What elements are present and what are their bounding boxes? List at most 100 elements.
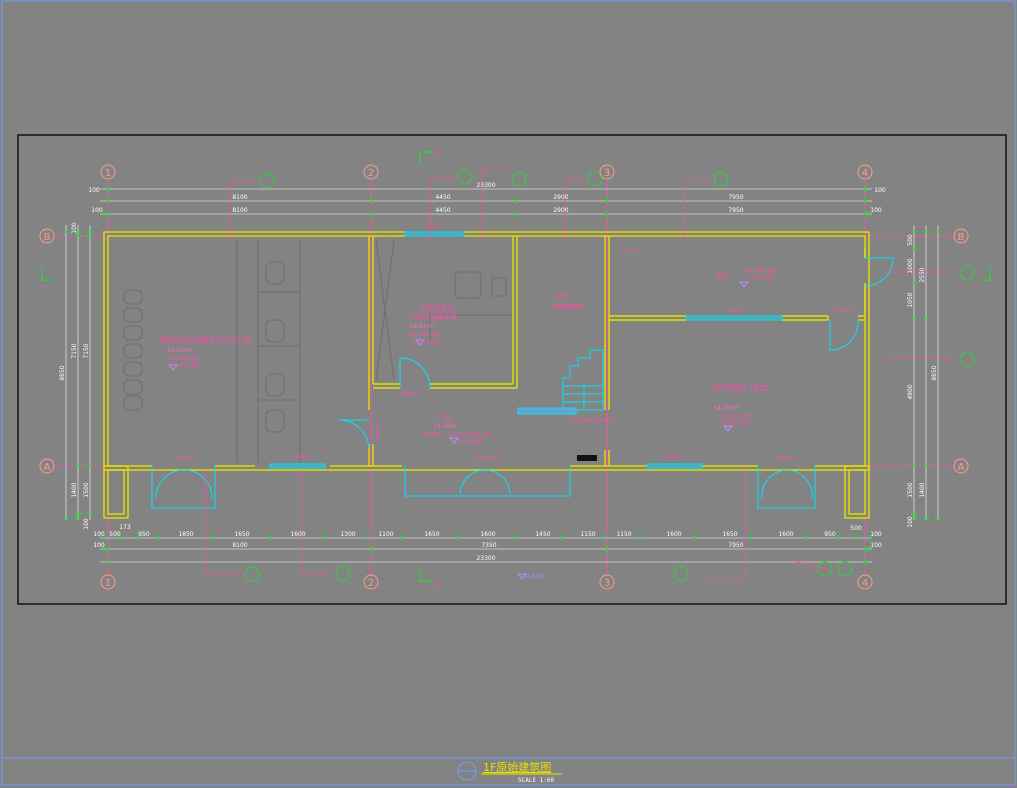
left-dimension-lines bbox=[65, 225, 91, 520]
section-label-top: 2 bbox=[435, 149, 441, 159]
storage-name: 食堂 bbox=[716, 271, 730, 280]
dim-bot-total: 23300 bbox=[476, 555, 495, 562]
tag-m1021: M1021 bbox=[401, 392, 418, 398]
dim-right-u2: 2550 bbox=[919, 267, 926, 282]
axis-label-top-1: 1 bbox=[105, 168, 111, 179]
office-name: 便民利民综合服务大厅办公室 bbox=[160, 335, 251, 344]
dim-right-u0: 500 bbox=[907, 234, 914, 246]
dim-left-l1: 1500 bbox=[83, 482, 90, 497]
toilet-area: 18.91m² bbox=[409, 323, 435, 330]
dim-left-u1: 7150 bbox=[71, 343, 78, 358]
dim-left-l0: 1400 bbox=[71, 482, 78, 497]
dim-bot-r2-2: 7350 bbox=[481, 542, 496, 549]
lobby-area: 15.45m² bbox=[433, 423, 459, 430]
axis-label-top-2: 2 bbox=[368, 168, 374, 179]
dim-bot-r1-18: 100 bbox=[870, 531, 882, 538]
dim-bot-r1-2: 950 bbox=[138, 531, 150, 538]
stair-note: (3=2900-1300) bbox=[567, 417, 613, 424]
dim-top-r1-right: 100 bbox=[874, 187, 886, 194]
dim-bot-r1-7: 1100 bbox=[378, 531, 393, 538]
axis-label-bottom-4: 4 bbox=[862, 578, 868, 589]
toilet-level-2: -0.050 (粉) bbox=[411, 338, 440, 346]
room-labels: 便民利民综合服务大厅办公室 54.01m² ±0.000 (粉) -0.050 … bbox=[160, 266, 776, 445]
lobby-level-1: ±0.000~-1.300,0.050 (粉) bbox=[420, 430, 492, 438]
drawing-title: 1F原始建筑图 SCALE 1:60 bbox=[457, 760, 562, 784]
dim-left-total: 8650 bbox=[59, 365, 66, 380]
axis-label-bottom-3: 3 bbox=[604, 578, 610, 589]
office-level-1: ±0.000 (粉) bbox=[168, 354, 200, 362]
axis-label-right-a: A bbox=[958, 462, 965, 473]
dim-bot-r2-0: 100 bbox=[93, 542, 105, 549]
dim-right-l1: 1500 bbox=[907, 482, 914, 497]
dim-bot-r1-8: 1650 bbox=[424, 531, 439, 538]
dim-bot-r1-13: 1600 bbox=[666, 531, 681, 538]
north-arrow-block bbox=[577, 455, 597, 461]
stair-subtitle: 无障碍楼梯 bbox=[552, 302, 585, 311]
vertical-dimension-text: 8650 100 7150 7150 1400 1500 100 8650 50… bbox=[59, 222, 938, 530]
dim-bot-r1-15: 1600 bbox=[778, 531, 793, 538]
dim-right-total: 8650 bbox=[931, 365, 938, 380]
toilet-name-2: 计划生育服务室 bbox=[409, 312, 458, 321]
office-level-2: -0.050 (粉) bbox=[169, 361, 198, 369]
dim-bot-r1-4: 1650 bbox=[234, 531, 249, 538]
dim-bot-r2-1: 8100 bbox=[232, 542, 247, 549]
canteen-level-2: -0.050 (粉) bbox=[720, 419, 749, 427]
dim-right-u3: 1050 bbox=[907, 292, 914, 307]
lobby-level-2: -0.050 (粉) bbox=[455, 437, 484, 445]
dim-bot-r1-5: 1600 bbox=[290, 531, 305, 538]
dim-top-r3-4: 7950 bbox=[728, 207, 743, 214]
dim-bot-extra: 173 bbox=[119, 524, 131, 531]
axis-label-bottom-1: 1 bbox=[105, 578, 111, 589]
axis-label-left-a: A bbox=[44, 462, 51, 473]
axis-label-right-b: B bbox=[958, 232, 965, 243]
storage-level-2: -0.050 (粉) bbox=[745, 273, 774, 281]
dim-bot-r1-11: 1150 bbox=[580, 531, 595, 538]
stair-name: LT1 bbox=[556, 293, 571, 303]
office-area: 54.01m² bbox=[167, 347, 193, 354]
sheet-border bbox=[17, 134, 1007, 605]
top-dimension-lines bbox=[100, 188, 872, 215]
dim-bot-r1-0: 100 bbox=[93, 531, 105, 538]
tag-c2021b: C2021 bbox=[665, 454, 681, 460]
dim-bot-r1-10: 1450 bbox=[535, 531, 550, 538]
scale-text: SCALE 1:60 bbox=[518, 777, 555, 784]
tag-m1021b: M1021 bbox=[376, 423, 382, 440]
leader-lines bbox=[204, 167, 955, 581]
dim-bot-r2-3: 7950 bbox=[728, 542, 743, 549]
tag-mc2: MLC3130 bbox=[476, 456, 499, 462]
dim-top-r3-2: 4450 bbox=[435, 207, 450, 214]
opening-tags: C4102 C2011 M1021 M1021 M1523 C2021 MLC3… bbox=[177, 223, 853, 462]
viewport-frame bbox=[1, 0, 1016, 786]
dim-bot-r1-14: 1650 bbox=[722, 531, 737, 538]
dim-top-total: 23300 bbox=[476, 182, 495, 189]
dim-left-u0: 100 bbox=[71, 222, 78, 234]
floor-plan-drawing: 1 2 3 4 1 2 3 4 B A B A 2 2 1 1 23300 10… bbox=[1, 0, 1016, 786]
dim-top-r2-2: 2900 bbox=[553, 194, 568, 201]
section-label-bottom: 2 bbox=[435, 581, 441, 591]
toilet-name-1: 卫生服务站 bbox=[420, 303, 455, 312]
dim-top-r2-1: 4450 bbox=[435, 194, 450, 201]
dim-bot-r1-16: 950 bbox=[824, 531, 836, 538]
axis-label-top-3: 3 bbox=[604, 168, 610, 179]
dim-right-u1: 1000 bbox=[907, 258, 914, 273]
dim-top-r3-5: 100 bbox=[870, 207, 882, 214]
side-label-right: 1 bbox=[991, 284, 995, 292]
grid-lines bbox=[55, 180, 955, 576]
storage-level-1: ±0.000 (粉) bbox=[744, 266, 776, 274]
dim-bot-r1-6: 1300 bbox=[340, 531, 355, 538]
lobby-name: 门厅 bbox=[439, 413, 453, 422]
elevation-label: -0.100 bbox=[523, 573, 543, 580]
axis-bubbles bbox=[39, 164, 969, 590]
tag-c2011: C2011 bbox=[726, 308, 742, 314]
dim-bot-r1-17: 500 bbox=[850, 525, 862, 532]
tag-top-window: C4102 bbox=[426, 223, 442, 229]
dim-right-l0: 4900 bbox=[907, 384, 914, 399]
dim-top-r3-1: 8100 bbox=[232, 207, 247, 214]
dim-left-bottom: 100 bbox=[83, 518, 90, 530]
canteen-area: 34.10m² bbox=[713, 405, 739, 412]
dim-top-r2-0: 8100 bbox=[232, 194, 247, 201]
dim-top-r3-0: 100 bbox=[91, 207, 103, 214]
dim-bot-r2-4: 100 bbox=[870, 542, 882, 549]
tag-m1523b: M1523 bbox=[777, 456, 794, 462]
top-dimension-ticks bbox=[103, 186, 870, 217]
